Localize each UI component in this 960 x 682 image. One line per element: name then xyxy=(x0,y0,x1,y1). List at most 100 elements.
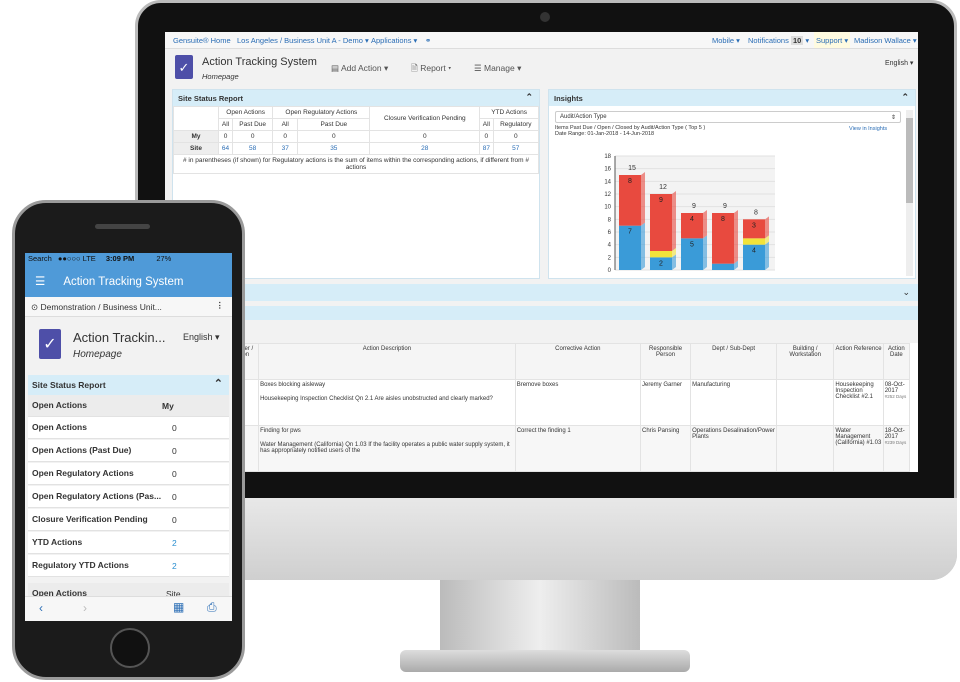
status-value[interactable]: 57 xyxy=(492,142,540,155)
back-arrow-icon[interactable]: ‹ xyxy=(39,601,43,615)
column-header[interactable]: Building / Workstation xyxy=(776,343,835,380)
add-action-button[interactable]: ▤ Add Action ▾ xyxy=(331,63,388,74)
manage-button[interactable]: ☰ Manage ▾ xyxy=(474,63,521,74)
phone-status-row[interactable]: YTD Actions 2 xyxy=(28,532,229,554)
phone-status-row[interactable]: Open Actions 0 xyxy=(28,417,229,439)
phone-section-header[interactable]: Site Status Report ⌃ xyxy=(28,375,229,395)
collapse-icon[interactable]: ⌃ xyxy=(214,377,223,390)
segment-label: 8 xyxy=(721,216,725,223)
column-header[interactable]: Action Reference xyxy=(833,343,884,380)
row-value: 0 xyxy=(172,469,177,479)
panel-title: Site Status Report xyxy=(178,94,244,103)
expand-icon[interactable]: ⌄ xyxy=(902,287,910,298)
status-value[interactable]: 37 xyxy=(272,142,299,155)
more-icon[interactable]: ⋮ xyxy=(216,300,225,311)
nav-site[interactable]: Los Angeles / Business Unit A - Demo ▾ xyxy=(237,36,369,45)
nav-user[interactable]: Madison Wallace ▾ xyxy=(854,36,917,45)
view-in-insights-link[interactable]: View in Insights xyxy=(849,126,887,132)
total-label: 12 xyxy=(659,184,667,191)
status-value[interactable]: 87 xyxy=(479,142,494,155)
phone-breadcrumb[interactable]: ⊙ Demonstration / Business Unit... ⋮ xyxy=(25,297,232,317)
forward-arrow-icon[interactable]: › xyxy=(83,601,87,615)
carrier: ●●○○○ LTE xyxy=(57,254,96,263)
site-status-header: Site Status Report ⌃ xyxy=(173,90,539,106)
notification-count: 10 xyxy=(790,36,804,45)
segment-label: 3 xyxy=(752,222,756,229)
phone-status-row[interactable]: Open Actions (Past Due) 0 xyxy=(28,440,229,462)
insights-panel: Insights ⌃ Audit/Action Type ⇕ Items Past … xyxy=(548,89,916,279)
link-icon[interactable]: ⚭ xyxy=(425,36,431,45)
nav-support[interactable]: Support ▾ xyxy=(814,32,851,48)
column-header[interactable]: Dept / Sub-Dept xyxy=(690,343,778,380)
col-sub: All xyxy=(272,118,299,131)
language-select[interactable]: English ▾ xyxy=(885,59,913,67)
row-value: 2 xyxy=(172,538,177,548)
bar-side xyxy=(765,241,769,270)
battery: 27% xyxy=(156,254,172,263)
print-icon[interactable]: ⎙ xyxy=(207,600,217,615)
row-label: Regulatory YTD Actions xyxy=(32,560,129,570)
collapse-icon[interactable]: ⌃ xyxy=(525,92,533,103)
status-value[interactable]: 28 xyxy=(369,142,481,155)
column-header[interactable]: Action Date xyxy=(882,343,911,380)
y-tick-label: 16 xyxy=(604,167,611,173)
phone-status-bar: Search ●●○○○ LTE 3:09 PM 27% xyxy=(25,253,232,265)
column-header[interactable]: Action Description xyxy=(258,343,516,380)
segment-label: 2 xyxy=(659,260,663,267)
site-status-table: Open Actions Open Regulatory Actions Closu… xyxy=(173,106,540,174)
status-value: 0 xyxy=(492,130,540,143)
nav-mobile[interactable]: Mobile ▾ xyxy=(712,36,740,45)
col-my: My xyxy=(162,401,174,411)
phone-status-row[interactable]: Closure Verification Pending 0 xyxy=(28,509,229,531)
row-label: Open Actions xyxy=(32,422,87,432)
status-value[interactable]: 35 xyxy=(297,142,371,155)
bar-segment[interactable] xyxy=(712,263,734,270)
col-group: Closure Verification Pending xyxy=(369,106,481,131)
action-reference: Housekeeping Inspection Checklist #2.1 xyxy=(833,379,884,426)
back-search[interactable]: Search xyxy=(28,254,52,263)
phone-toolbar: ‹ › ▦ ⎙ xyxy=(25,596,232,621)
status-value[interactable]: 64 xyxy=(218,142,233,155)
header-title: Action Tracking System xyxy=(63,276,184,288)
qr-code-icon[interactable]: ▦ xyxy=(173,600,184,614)
col-group: Open Regulatory Actions xyxy=(272,106,371,119)
y-tick-label: 12 xyxy=(604,192,611,198)
segment-label: 8 xyxy=(628,178,632,185)
nav-notifications[interactable]: Notifications 10 ▾ xyxy=(748,36,809,45)
row-label: YTD Actions xyxy=(32,537,83,547)
insights-select[interactable]: Audit/Action Type ⇕ xyxy=(555,111,901,123)
nav-home[interactable]: Gensuite® Home xyxy=(173,36,231,45)
bar-segment[interactable] xyxy=(650,251,672,258)
building xyxy=(776,379,835,426)
dept: Operations Desalination/Power Plants xyxy=(690,425,778,472)
manage-label: Manage ▾ xyxy=(483,63,522,73)
segment-label: 9 xyxy=(659,197,663,204)
column-header[interactable]: Responsible Person xyxy=(639,343,692,380)
scrollbar[interactable] xyxy=(906,110,913,276)
phone-status-row[interactable]: Open Regulatory Actions 0 xyxy=(28,463,229,485)
phone-language-select[interactable]: English ▾ xyxy=(183,332,220,343)
status-value[interactable]: 58 xyxy=(231,142,274,155)
table-row[interactable]: - 7 Regulatory Finding for pwsWater Mana… xyxy=(165,425,911,472)
bar-segment[interactable] xyxy=(743,238,765,245)
corrective-action: Bremove boxes xyxy=(514,379,642,426)
home-button[interactable] xyxy=(110,628,150,668)
actions-panel-header xyxy=(165,306,918,320)
menu-icon[interactable]: ☰ xyxy=(35,276,45,288)
camera xyxy=(540,12,550,22)
y-tick-label: 4 xyxy=(608,243,612,249)
breadcrumb-text: Demonstration / Business Unit... xyxy=(40,302,162,312)
y-tick-label: 14 xyxy=(604,179,611,185)
phone-status-row[interactable]: Open Regulatory Actions (Pas... 0 xyxy=(28,486,229,508)
building xyxy=(776,425,835,472)
phone-status-row[interactable]: Regulatory YTD Actions 2 xyxy=(28,555,229,577)
y-tick-label: 8 xyxy=(608,217,612,223)
report-button[interactable]: 🗎 Report ▾ xyxy=(411,63,451,77)
collapse-icon[interactable]: ⌃ xyxy=(901,92,909,103)
collapsed-panel-header[interactable]: ⌄ xyxy=(165,284,918,301)
table-row[interactable]: - 7 Non-Regulatory Boxes blocking aislew… xyxy=(165,379,911,426)
column-header[interactable]: Corrective Action xyxy=(514,343,642,380)
scrollbar-thumb[interactable] xyxy=(906,118,913,203)
nav-applications[interactable]: Applications ▾ xyxy=(371,36,417,45)
bar-side xyxy=(672,191,676,251)
